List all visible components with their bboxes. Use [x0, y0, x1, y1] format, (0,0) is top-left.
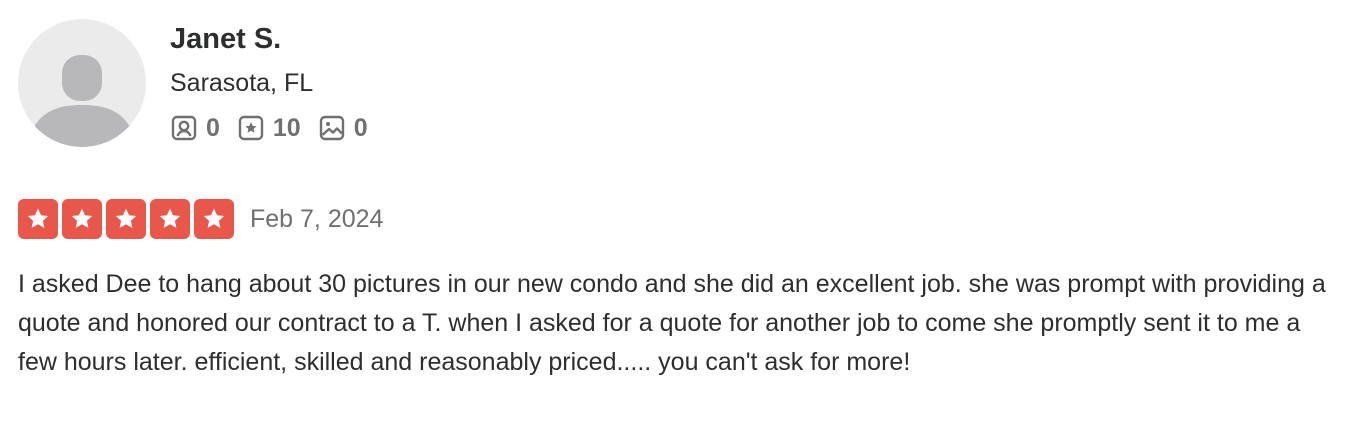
reviews-stat: 10 [237, 113, 301, 143]
review-card: Janet S. Sarasota, FL 0 10 0 Feb 7, 2024… [0, 0, 1349, 446]
user-info: Janet S. Sarasota, FL 0 10 0 [170, 20, 385, 143]
photos-stat: 0 [318, 113, 368, 143]
star-icon [62, 199, 102, 239]
rating-row: Feb 7, 2024 [18, 199, 383, 239]
friends-count: 0 [206, 114, 220, 142]
reviews-count: 10 [272, 114, 301, 142]
friends-icon [171, 115, 197, 141]
user-name-link[interactable]: Janet S. [170, 20, 385, 58]
user-location: Sarasota, FL [170, 69, 314, 97]
star-icon [194, 199, 234, 239]
star-icon [106, 199, 146, 239]
reviews-star-icon [238, 115, 264, 141]
user-avatar[interactable] [18, 19, 146, 147]
star-icon [150, 199, 190, 239]
photos-icon [319, 115, 344, 141]
photos-count: 0 [353, 114, 368, 142]
review-date: Feb 7, 2024 [250, 205, 384, 233]
star-rating [18, 199, 238, 239]
friends-stat: 0 [170, 113, 220, 143]
user-stats: 0 10 0 [170, 113, 385, 143]
star-icon [18, 199, 58, 239]
review-text: I asked Dee to hang about 30 pictures in… [18, 270, 1326, 376]
default-user-avatar-icon [32, 55, 132, 147]
